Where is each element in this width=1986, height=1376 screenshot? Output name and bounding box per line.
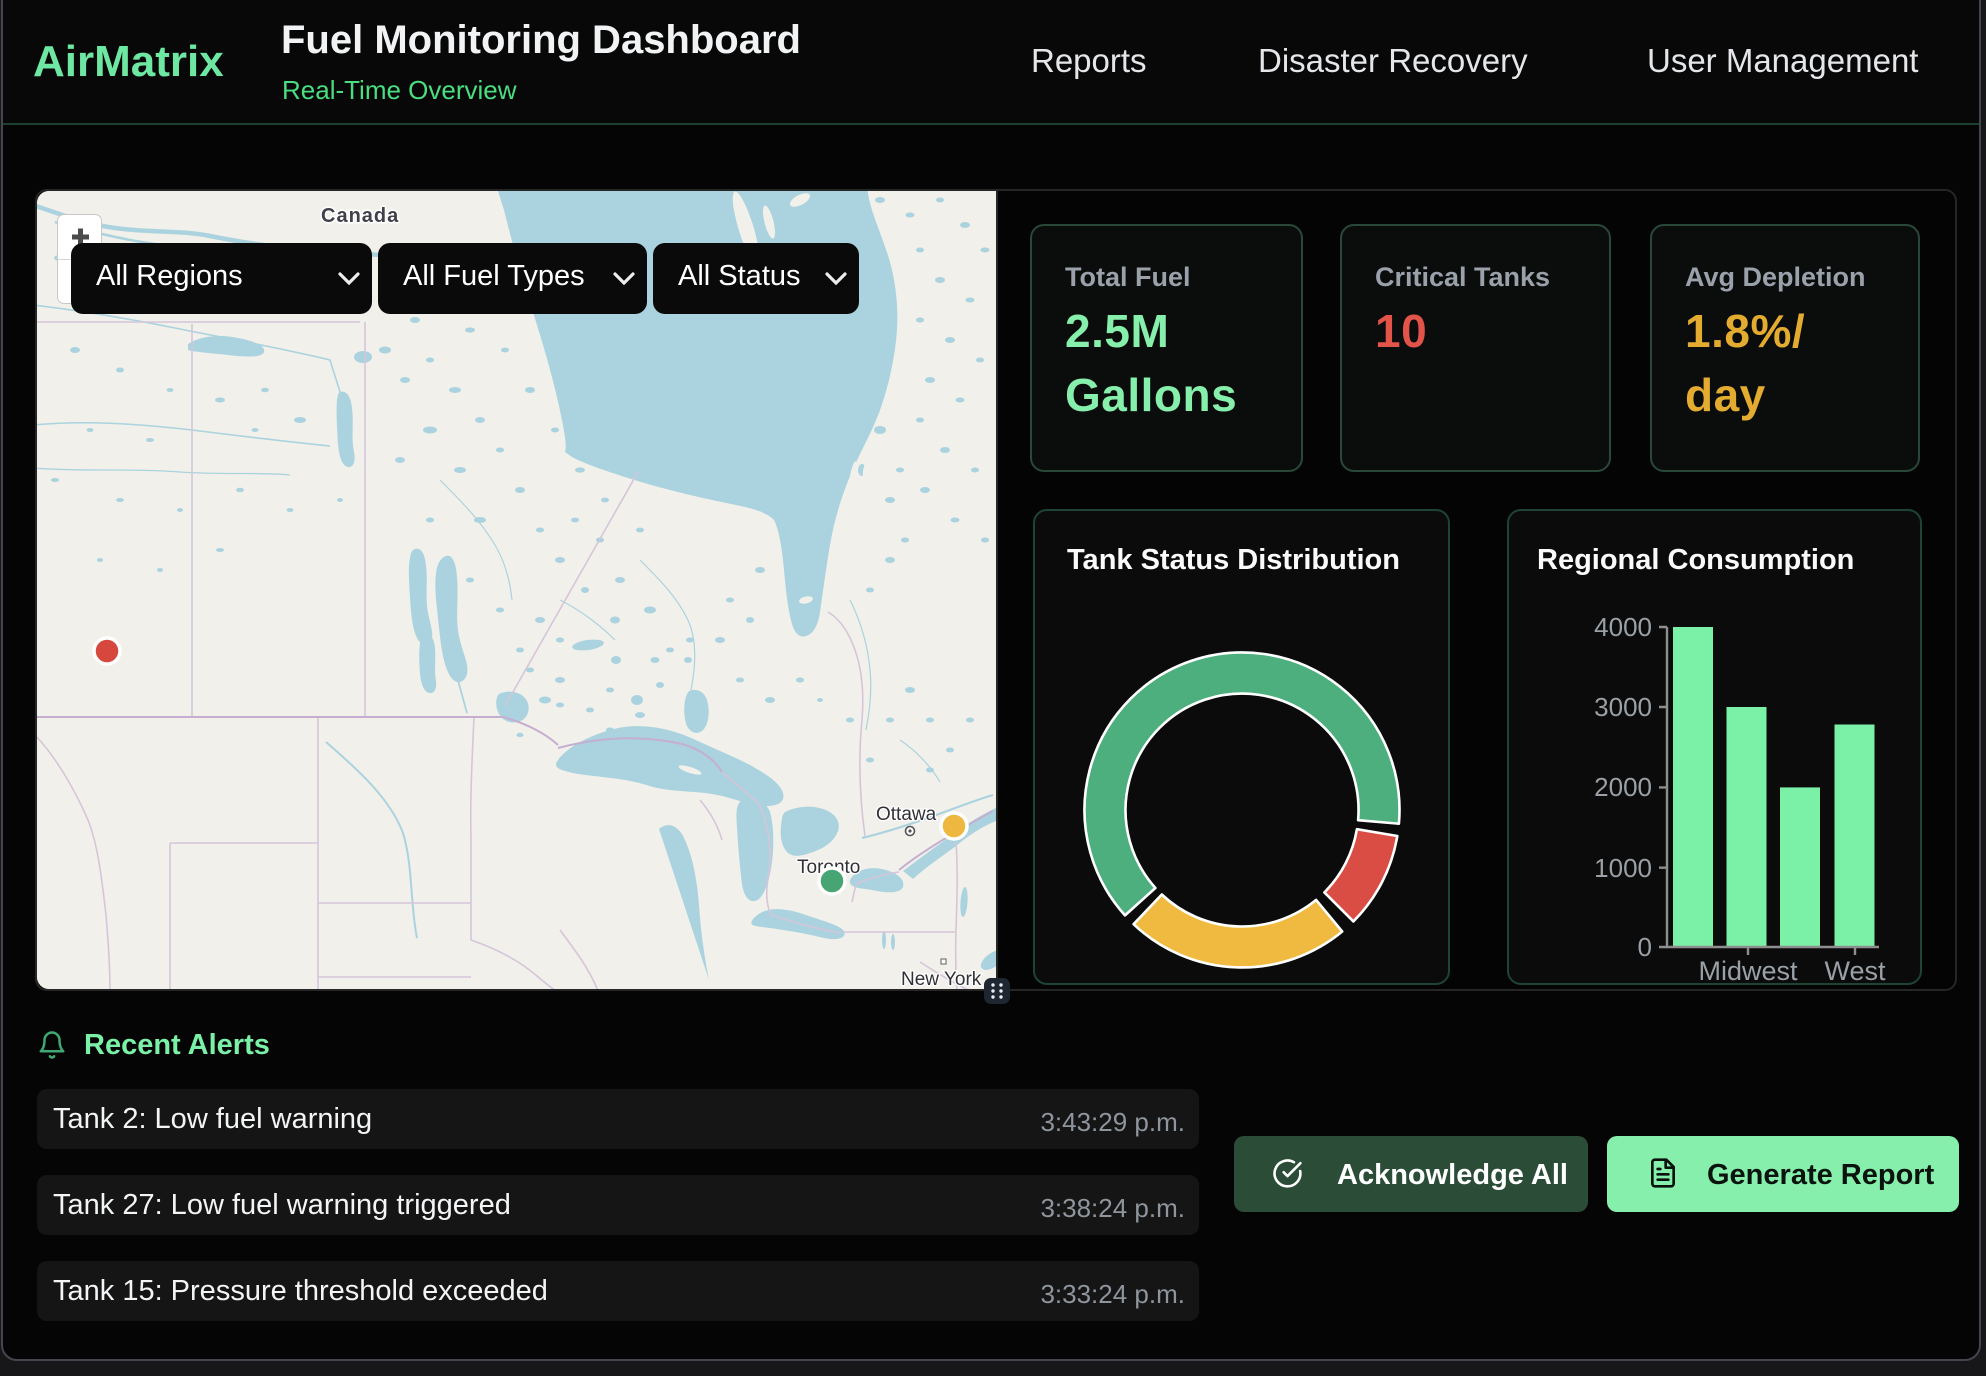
svg-text:3000: 3000 — [1594, 692, 1652, 722]
svg-text:2000: 2000 — [1594, 772, 1652, 802]
svg-text:0: 0 — [1638, 932, 1652, 962]
svg-text:West: West — [1824, 956, 1886, 986]
svg-text:Midwest: Midwest — [1698, 956, 1798, 986]
svg-text:4000: 4000 — [1594, 612, 1652, 642]
svg-text:1000: 1000 — [1594, 853, 1652, 883]
